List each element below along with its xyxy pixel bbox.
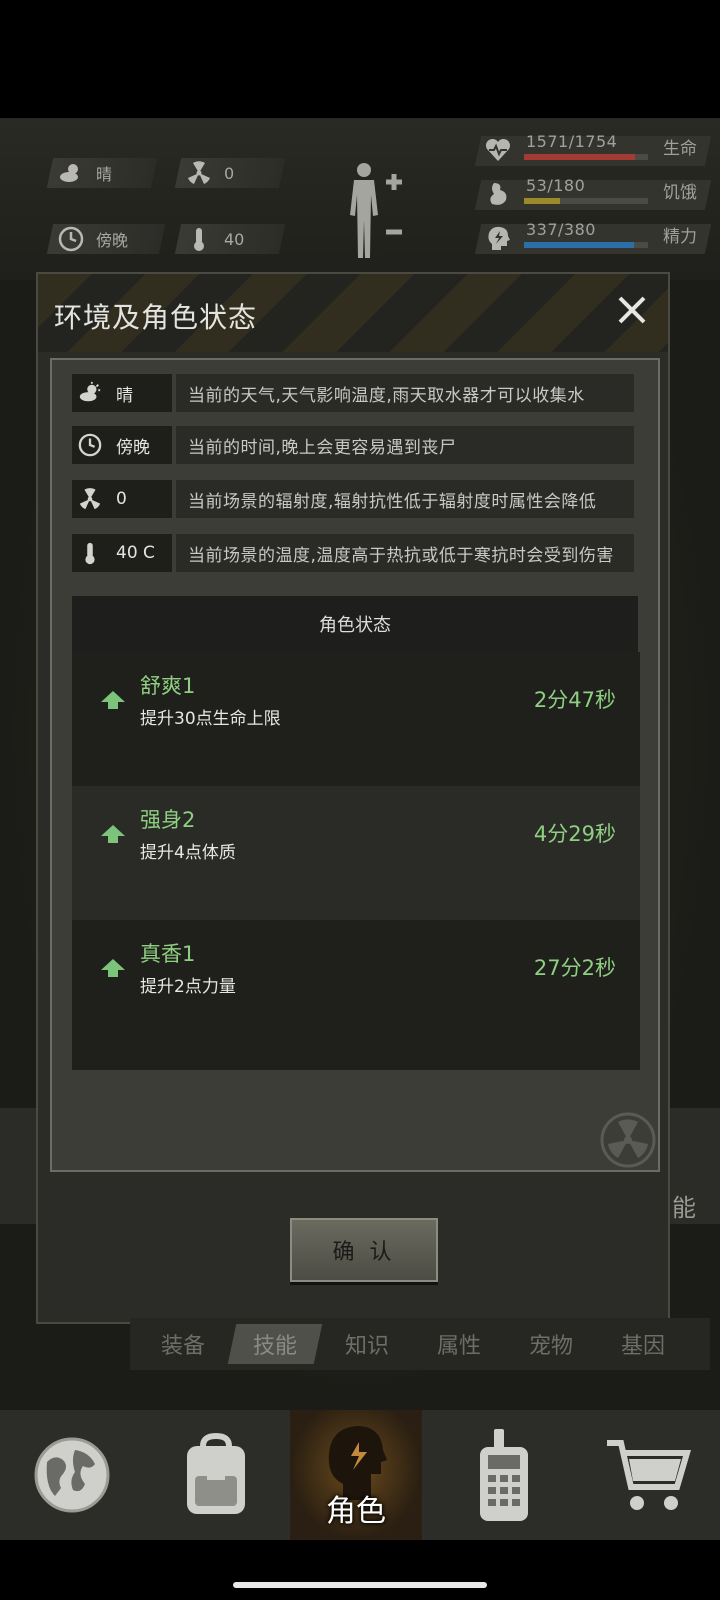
energy-label: 精力 [663, 227, 697, 247]
dialog-content-panel: 晴 当前的天气,天气影响温度,雨天取水器才可以收集水 傍晚 当前的时间,晚上会更… [50, 358, 660, 1172]
energy-bar: 337/380 精力 [474, 216, 712, 256]
buff-up-arrow-icon [101, 691, 125, 709]
backpack-icon [187, 1432, 245, 1514]
hud-temperature[interactable]: 40 [186, 224, 244, 254]
cart-icon [607, 1440, 691, 1510]
info-row-time: 傍晚 当前的时间,晚上会更容易遇到丧尸 [72, 426, 634, 464]
hud-radiation[interactable]: 0 [186, 158, 234, 188]
hunger-track [524, 198, 648, 204]
radiation-icon [188, 161, 210, 184]
energy-track [524, 242, 648, 248]
tab-skills[interactable]: 技能 [227, 1324, 323, 1364]
close-icon[interactable] [612, 290, 652, 330]
info-key-label: 40 C [116, 543, 155, 563]
hud-weather[interactable]: 晴 [58, 158, 112, 188]
tab-equipment[interactable]: 装备 [140, 1324, 226, 1364]
tab-pets[interactable]: 宠物 [508, 1324, 594, 1364]
health-label: 生命 [663, 139, 697, 159]
hud-temperature-value: 40 [224, 229, 245, 249]
hunger-value: 53/180 [526, 176, 586, 195]
info-key: 晴 [72, 374, 172, 412]
side-panel-label: 能 [672, 1194, 696, 1222]
tab-attributes[interactable]: 属性 [416, 1324, 502, 1364]
partly-cloudy-icon [60, 164, 78, 182]
nav-radio[interactable] [432, 1410, 576, 1540]
radiation-icon [79, 488, 101, 510]
home-indicator[interactable] [233, 1582, 487, 1588]
info-row-radiation: 0 当前场景的辐射度,辐射抗性低于辐射度时属性会降低 [72, 480, 634, 518]
status-description: 提升4点体质 [140, 843, 236, 863]
status-name: 舒爽1 [140, 674, 196, 698]
stomach-icon [490, 183, 507, 205]
info-key: 40 C [72, 534, 172, 572]
radiation-watermark-icon [600, 1112, 656, 1168]
info-description: 当前的时间,晚上会更容易遇到丧尸 [176, 426, 634, 464]
buff-up-arrow-icon [101, 959, 125, 977]
status-item[interactable]: 强身2 提升4点体质 4分29秒 [72, 786, 640, 920]
tab-skills-label: 技能 [252, 1334, 297, 1359]
status-name: 强身2 [140, 808, 196, 832]
info-row-temperature: 40 C 当前场景的温度,温度高于热抗或低于寒抗时会受到伤害 [72, 534, 634, 572]
globe-icon [34, 1437, 110, 1513]
nav-shop[interactable] [576, 1410, 720, 1540]
hud-weather-value: 晴 [96, 165, 113, 184]
health-track [524, 154, 648, 160]
info-key-label: 晴 [116, 385, 133, 406]
character-status-header: 角色状态 [72, 596, 638, 652]
head-lightning-icon [488, 226, 510, 250]
hud-radiation-value: 0 [224, 163, 235, 183]
nav-character-label: 角色 [326, 1494, 386, 1529]
energy-fill [524, 242, 634, 248]
info-key-label: 0 [116, 489, 127, 509]
health-fill [524, 154, 636, 160]
thermometer-icon [85, 542, 95, 565]
status-description: 提升2点力量 [140, 977, 236, 997]
heart-icon [485, 138, 511, 161]
info-row-weather: 晴 当前的天气,天气影响温度,雨天取水器才可以收集水 [72, 374, 634, 412]
radio-icon [480, 1429, 528, 1521]
status-remaining-time: 2分47秒 [533, 688, 616, 712]
character-body-icon[interactable] [342, 160, 412, 260]
nav-inventory[interactable] [144, 1410, 288, 1540]
side-panel-left [0, 1108, 36, 1224]
status-item[interactable]: 舒爽1 提升30点生命上限 2分47秒 [72, 652, 640, 786]
nav-world[interactable] [0, 1410, 144, 1540]
info-description: 当前场景的温度,温度高于热抗或低于寒抗时会受到伤害 [176, 534, 634, 572]
character-tabs: 装备 技能 知识 属性 宠物 基因 [130, 1318, 710, 1370]
bottom-navigation: 角色 [0, 1410, 720, 1540]
environment-status-dialog: 环境及角色状态 晴 当前的天气,天气影响温度,雨天取水器才可以收集水 傍晚 当前… [36, 272, 670, 1324]
health-value: 1571/1754 [526, 132, 618, 151]
thermometer-icon [194, 228, 204, 251]
info-key: 0 [72, 480, 172, 518]
character-status-list: 舒爽1 提升30点生命上限 2分47秒 强身2 提升4点体质 4分29秒 真香1… [72, 652, 640, 1070]
hunger-bar: 53/180 饥饿 [474, 172, 712, 212]
status-name: 真香1 [140, 942, 196, 966]
hunger-label: 饥饿 [663, 183, 697, 203]
nav-character[interactable]: 角色 [290, 1410, 422, 1540]
status-item[interactable]: 真香1 提升2点力量 27分2秒 [72, 920, 640, 1054]
info-key: 傍晚 [72, 426, 172, 464]
info-description: 当前的天气,天气影响温度,雨天取水器才可以收集水 [176, 374, 634, 412]
tab-knowledge[interactable]: 知识 [324, 1324, 410, 1364]
system-bottom-area [0, 1540, 720, 1600]
hunger-fill [524, 198, 560, 204]
status-description: 提升30点生命上限 [140, 709, 281, 729]
energy-value: 337/380 [526, 220, 596, 239]
clock-icon [78, 433, 102, 457]
dialog-title: 环境及角色状态 [54, 301, 258, 334]
status-remaining-time: 27分2秒 [533, 956, 616, 980]
hud-time[interactable]: 傍晚 [58, 224, 128, 254]
info-description: 当前场景的辐射度,辐射抗性低于辐射度时属性会降低 [176, 480, 634, 518]
buff-up-arrow-icon [101, 825, 125, 843]
tab-genes[interactable]: 基因 [600, 1324, 686, 1364]
partly-cloudy-icon [79, 381, 101, 402]
hud-time-value: 傍晚 [96, 231, 129, 250]
confirm-button[interactable]: 确 认 [290, 1218, 438, 1282]
clock-icon [58, 226, 84, 252]
health-bar: 1571/1754 生命 [474, 128, 712, 168]
status-remaining-time: 4分29秒 [533, 822, 616, 846]
info-key-label: 傍晚 [116, 437, 150, 458]
